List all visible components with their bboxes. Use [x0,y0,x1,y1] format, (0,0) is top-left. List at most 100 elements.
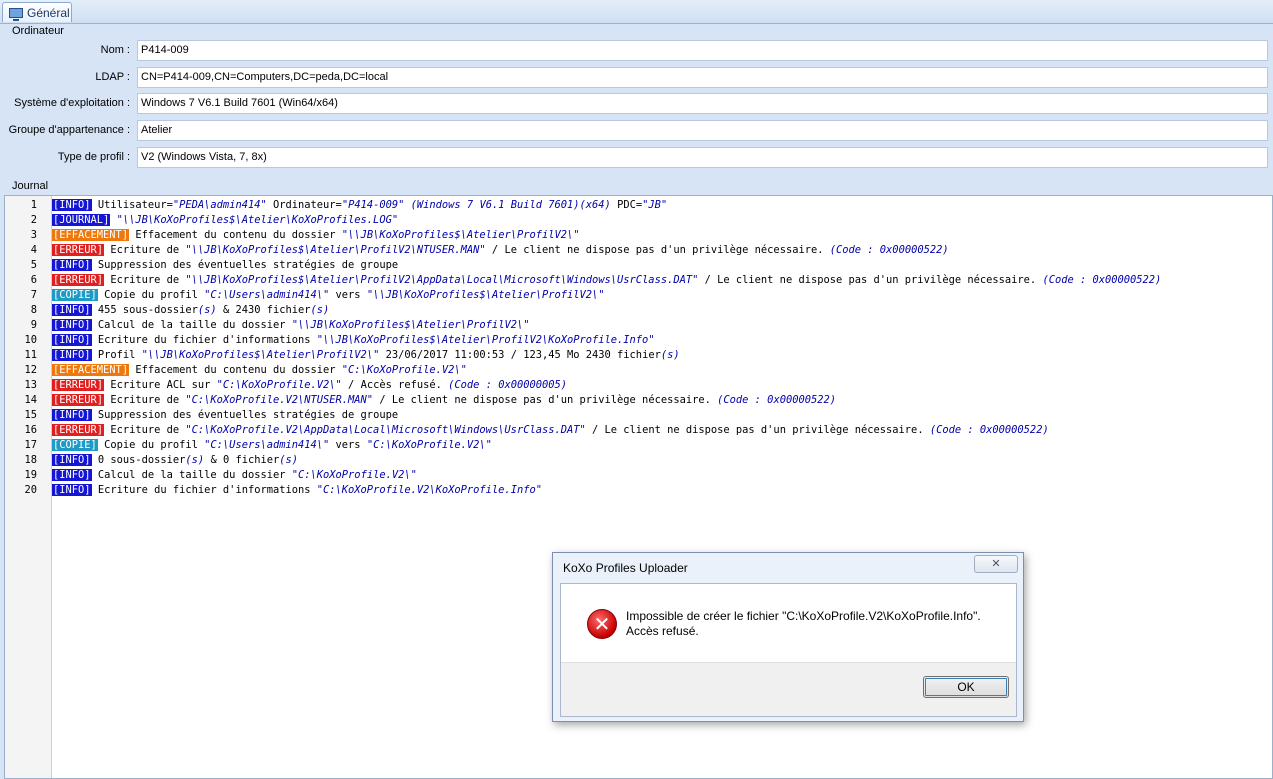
log-line-content: [ERREUR] Ecriture ACL sur "C:\KoXoProfil… [52,378,567,393]
log-line-number: 19 [24,469,37,481]
log-line: 3 [EFFACEMENT] Effacement du contenu du d… [5,228,1272,243]
log-tag-info: [INFO] [52,199,92,211]
log-text: vers [329,439,367,451]
computer-group-title: Ordinateur [12,25,64,37]
log-path-text: "\\JB\KoXoProfiles$\Atelier\ProfilV2\" [366,289,605,301]
name-field[interactable]: P414-009 [137,40,1268,61]
dialog-title: KoXo Profiles Uploader [563,561,688,575]
log-path-text: (s) [197,304,217,316]
log-path-text: "C:\Users\admin414\" [204,439,330,451]
log-path-text: "\\JB\KoXoProfiles$\Atelier\ProfilV2\" [291,319,530,331]
log-text: Utilisateur= [97,199,173,211]
log-line-content: [ERREUR] Ecriture de "\\JB\KoXoProfiles$… [52,243,949,258]
log-line-content: [INFO] Ecriture du fichier d'information… [52,483,542,498]
log-line-number: 7 [30,289,37,301]
log-tag-info: [INFO] [52,469,92,481]
log-line-number: 1 [30,199,37,211]
log-line-content: [INFO] Suppression des éventuelles strat… [52,408,398,423]
log-line-number: 17 [24,439,37,451]
log-text: Ecriture de [110,424,186,436]
log-tag-erreur: [ERREUR] [52,244,105,256]
log-tag-copie: [COPIE] [52,439,98,451]
log-text: / Le client ne dispose pas d'un privilèg… [698,274,1043,286]
log-line: 18 [INFO] 0 sous-dossier(s) & 0 fichier(s… [5,453,1272,468]
log-path-text: "JB" [642,199,668,211]
name-label: Nom : [100,44,130,56]
log-path-text: "C:\Users\admin414\" [204,289,330,301]
log-path-text: "\\JB\KoXoProfiles$\Atelier\ProfilV2\" [141,349,380,361]
close-icon: ✕ [991,558,1001,570]
group-label: Groupe d'appartenance : [8,124,130,136]
log-path-text: "C:\KoXoProfile.V2\" [216,379,342,391]
log-tag-info: [INFO] [52,334,92,346]
os-row: Système d'exploitation : Windows 7 V6.1 … [0,93,1273,115]
log-line-content: [INFO] Calcul de la taille du dossier "\… [52,318,529,333]
log-text: PDC= [610,199,643,211]
computer-icon [9,7,23,21]
name-row: Nom : P414-009 [0,40,1273,62]
log-line-content: [INFO] Suppression des éventuelles strat… [52,258,398,273]
log-path-text: (Code : 0x00000522) [929,424,1049,436]
log-line-number: 12 [24,364,37,376]
log-line: 10 [INFO] Ecriture du fichier d'informati… [5,333,1272,348]
log-text: Ecriture ACL sur [110,379,217,391]
log-line: 8 [INFO] 455 sous-dossier(s) & 2430 fichi… [5,303,1272,318]
log-path-text: "P414-009" (Windows 7 V6.1 Build 7601)(x… [341,199,611,211]
log-text: 0 sous-dossier [97,454,186,466]
ok-button[interactable]: OK [923,676,1009,698]
log-line: 11 [INFO] Profil "\\JB\KoXoProfiles$\Atel… [5,348,1272,363]
dialog-message: Impossible de créer le fichier "C:\KoXoP… [626,609,1006,639]
log-line: 9 [INFO] Calcul de la taille du dossier "… [5,318,1272,333]
journal-title: Journal [12,180,49,192]
log-text: Copie du profil [104,439,205,451]
log-line-content: [INFO] Profil "\\JB\KoXoProfiles$\Atelie… [52,348,680,363]
log-line: 7 [COPIE] Copie du profil "C:\Users\admin… [5,288,1272,303]
profile-type-row: Type de profil : V2 (Windows Vista, 7, 8… [0,147,1273,169]
group-field[interactable]: Atelier [137,120,1268,141]
log-line-content: [INFO] Calcul de la taille du dossier "C… [52,468,417,483]
log-text: vers [329,289,367,301]
log-tag-info: [INFO] [52,454,92,466]
log-tag-erreur: [ERREUR] [52,424,105,436]
log-tag-erreur: [ERREUR] [52,274,105,286]
os-field[interactable]: Windows 7 V6.1 Build 7601 (Win64/x64) [137,93,1268,114]
log-line-content: [EFFACEMENT] Effacement du contenu du do… [52,363,467,378]
log-text: Ecriture du fichier d'informations [97,484,317,496]
tab-strip: Général [0,0,1273,24]
log-line: 2 [JOURNAL] "\\JB\KoXoProfiles$\Atelier\K… [5,213,1272,228]
log-path-text: "C:\KoXoProfile.V2\" [366,439,492,451]
log-path-text: (s) [660,349,680,361]
log-line-number: 20 [24,484,37,496]
log-text: Ecriture de [110,394,186,406]
log-path-text: "\\JB\KoXoProfiles$\Atelier\ProfilV2\NTU… [185,244,486,256]
log-path-text: "\\JB\KoXoProfiles$\Atelier\ProfilV2\" [341,229,580,241]
log-line: 6 [ERREUR] Ecriture de "\\JB\KoXoProfiles… [5,273,1272,288]
log-path-text: "C:\KoXoProfile.V2\KoXoProfile.Info" [316,484,542,496]
log-line-content: [ERREUR] Ecriture de "\\JB\KoXoProfiles$… [52,273,1161,288]
log-line: 17 [COPIE] Copie du profil "C:\Users\admi… [5,438,1272,453]
log-tag-journal: [JOURNAL] [52,214,111,226]
log-tag-effacement: [EFFACEMENT] [52,229,130,241]
tab-general[interactable]: Général [2,2,72,22]
dialog-footer: OK [561,662,1016,716]
log-text: 23/06/2017 11:00:53 / 123,45 Mo 2430 fic… [379,349,661,361]
log-line-content: [COPIE] Copie du profil "C:\Users\admin4… [52,288,605,303]
dialog-close-button[interactable]: ✕ [974,555,1018,573]
profile-type-field[interactable]: V2 (Windows Vista, 7, 8x) [137,147,1268,168]
log-line-number: 11 [24,349,37,361]
log-path-text: (Code : 0x00000522) [1042,274,1162,286]
log-line: 5 [INFO] Suppression des éventuelles stra… [5,258,1272,273]
dialog-message-line2: Accès refusé. [626,624,699,638]
log-tag-info: [INFO] [52,349,92,361]
dialog-body: ✕ Impossible de créer le fichier "C:\KoX… [560,583,1017,717]
log-path-text: "\\JB\KoXoProfiles$\Atelier\ProfilV2\App… [185,274,699,286]
log-line-number: 8 [30,304,37,316]
log-tag-info: [INFO] [52,304,92,316]
log-path-text: "\\JB\KoXoProfiles$\Atelier\ProfilV2\KoX… [316,334,655,346]
ldap-field[interactable]: CN=P414-009,CN=Computers,DC=peda,DC=loca… [137,67,1268,88]
log-line: 16 [ERREUR] Ecriture de "C:\KoXoProfile.V… [5,423,1272,438]
log-text: & 2430 fichier [216,304,311,316]
log-tag-info: [INFO] [52,409,92,421]
log-line-number: 13 [24,379,37,391]
log-line-number: 2 [30,214,37,226]
